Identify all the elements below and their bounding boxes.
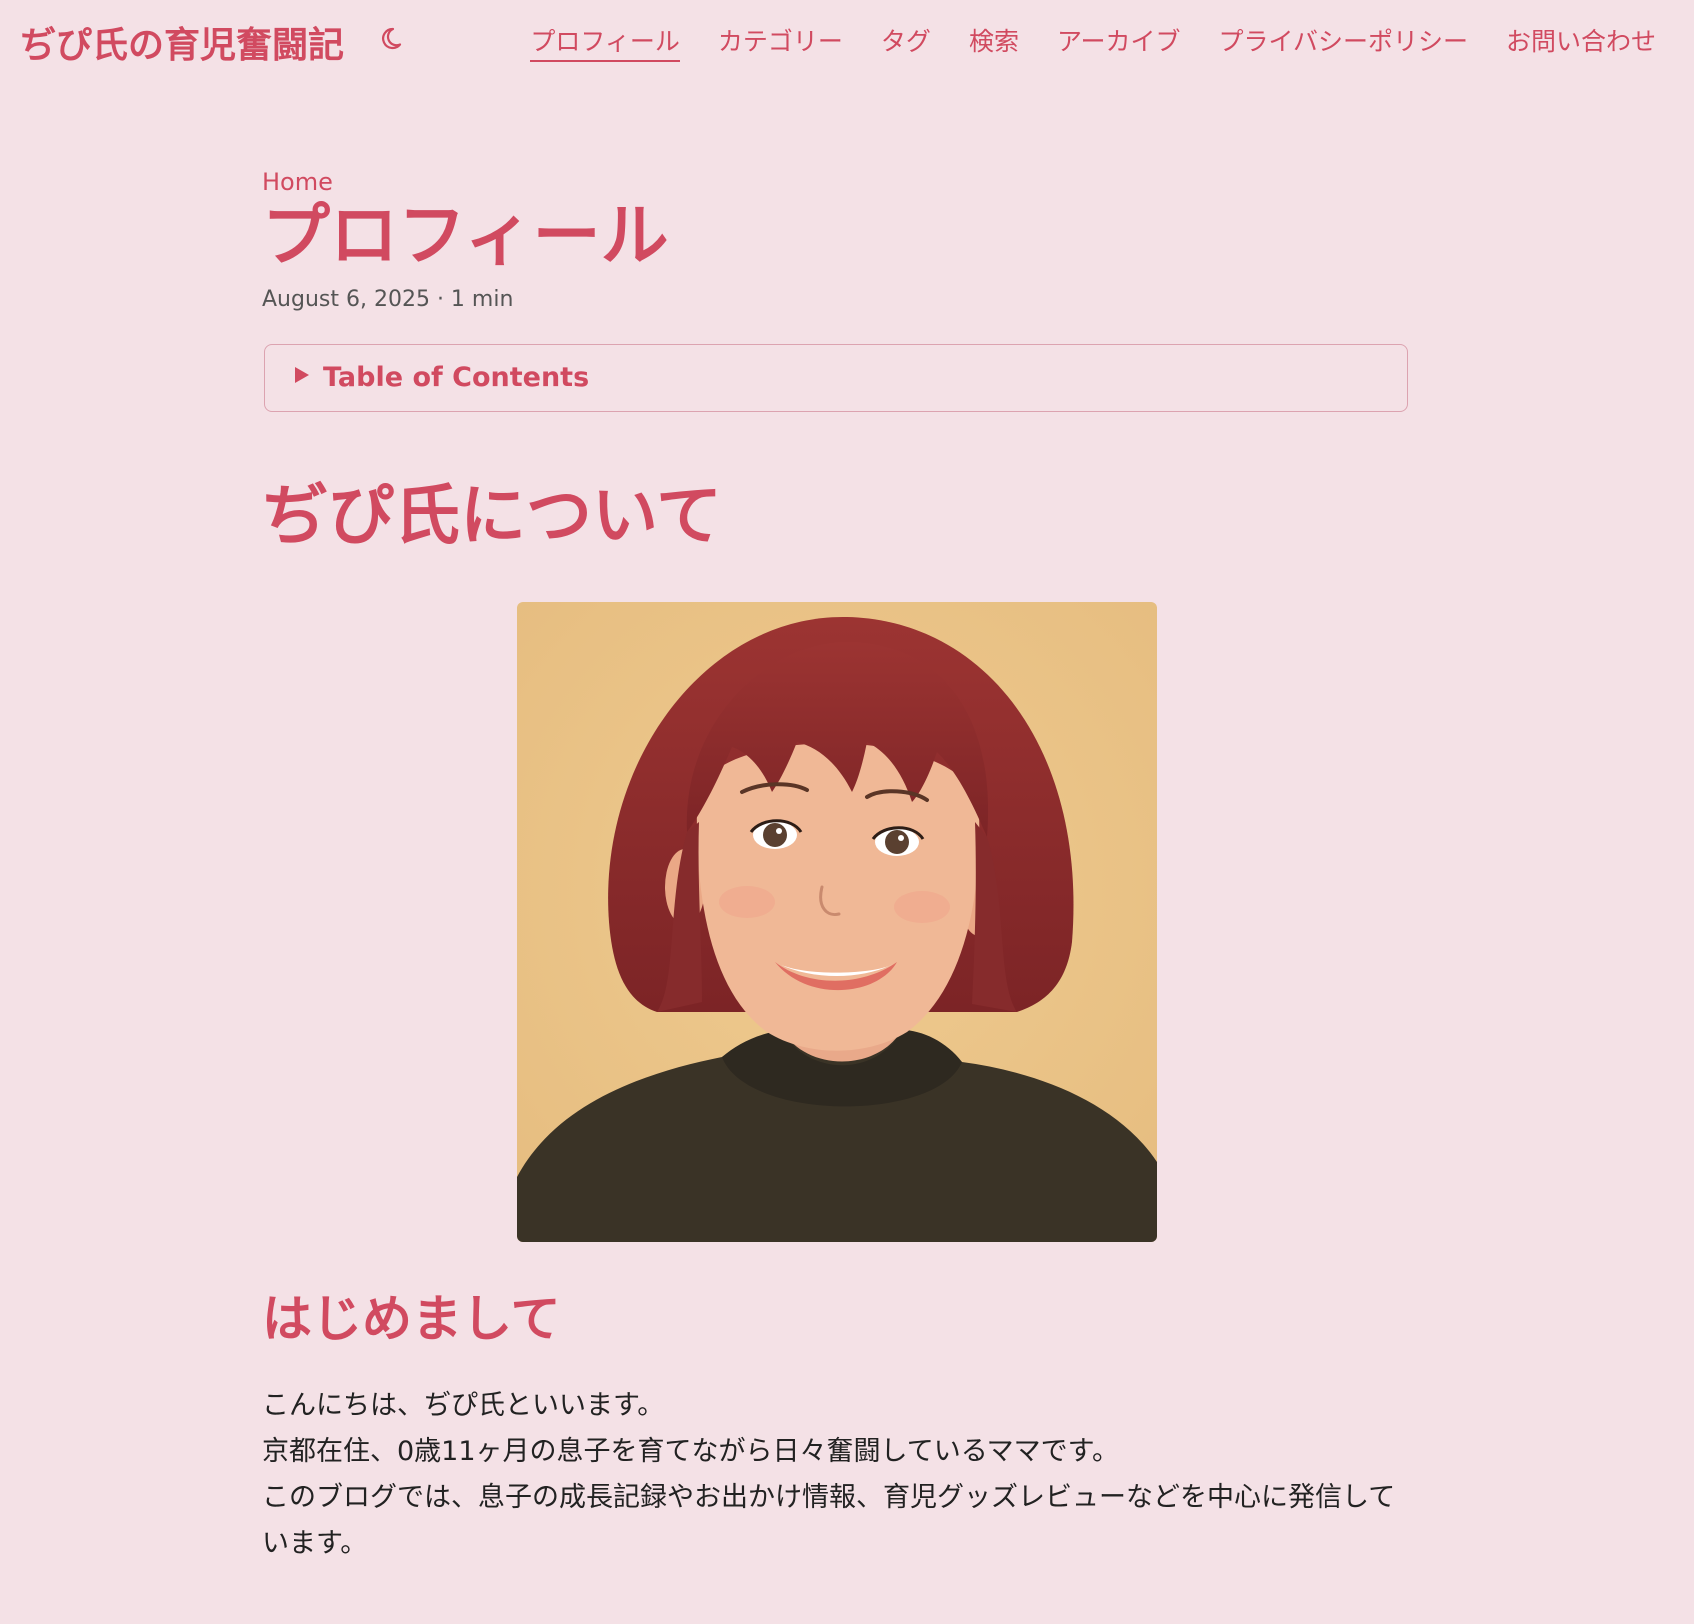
nav-item-tags[interactable]: タグ <box>881 22 931 62</box>
nav-item-privacy-policy[interactable]: プライバシーポリシー <box>1218 22 1468 62</box>
nav-item-archive[interactable]: アーカイブ <box>1057 22 1181 62</box>
site-title[interactable]: ぢぴ氏の育児奮闘記 <box>20 16 344 68</box>
page-title: プロフィール <box>262 197 669 276</box>
paragraph-line-3: このブログでは、息子の成長記録やお出かけ情報、育児グッズレビューなどを中心に発信… <box>262 1482 1396 1560</box>
main-nav: プロフィール カテゴリー タグ 検索 アーカイブ プライバシーポリシー お問い合… <box>530 22 1656 62</box>
profile-portrait-image <box>517 602 1157 1243</box>
paragraph-line-2: 京都在住、0歳11ヶ月の息子を育てながら日々奮闘しているママです。 <box>262 1436 1119 1468</box>
sub-heading: はじめまして <box>262 1290 561 1349</box>
post-meta: August 6, 2025 · 1 min <box>262 286 514 312</box>
nav-item-contact[interactable]: お問い合わせ <box>1506 22 1656 62</box>
table-of-contents-toggle[interactable]: Table of Contents <box>264 343 1408 412</box>
nav-item-search[interactable]: 検索 <box>969 22 1019 62</box>
moon-icon[interactable] <box>380 24 410 54</box>
breadcrumb-home[interactable]: Home <box>262 168 333 196</box>
site-header: ぢぴ氏の育児奮闘記 プロフィール カテゴリー タグ 検索 アーカイブ プライバシ… <box>0 0 1694 80</box>
main-content: Home プロフィール August 6, 2025 · 1 min Table… <box>262 168 1412 1567</box>
triangle-right-icon <box>293 365 311 390</box>
toc-label: Table of Contents <box>323 362 590 394</box>
intro-text: こんにちは、ぢぴ氏といいます。 京都在住、0歳11ヶ月の息子を育てながら日々奮闘… <box>262 1383 1412 1567</box>
nav-item-categories[interactable]: カテゴリー <box>718 22 843 62</box>
nav-item-profile[interactable]: プロフィール <box>530 22 680 62</box>
paragraph-line-1: こんにちは、ぢぴ氏といいます。 <box>262 1390 665 1422</box>
section-heading: ぢぴ氏について <box>262 476 723 554</box>
